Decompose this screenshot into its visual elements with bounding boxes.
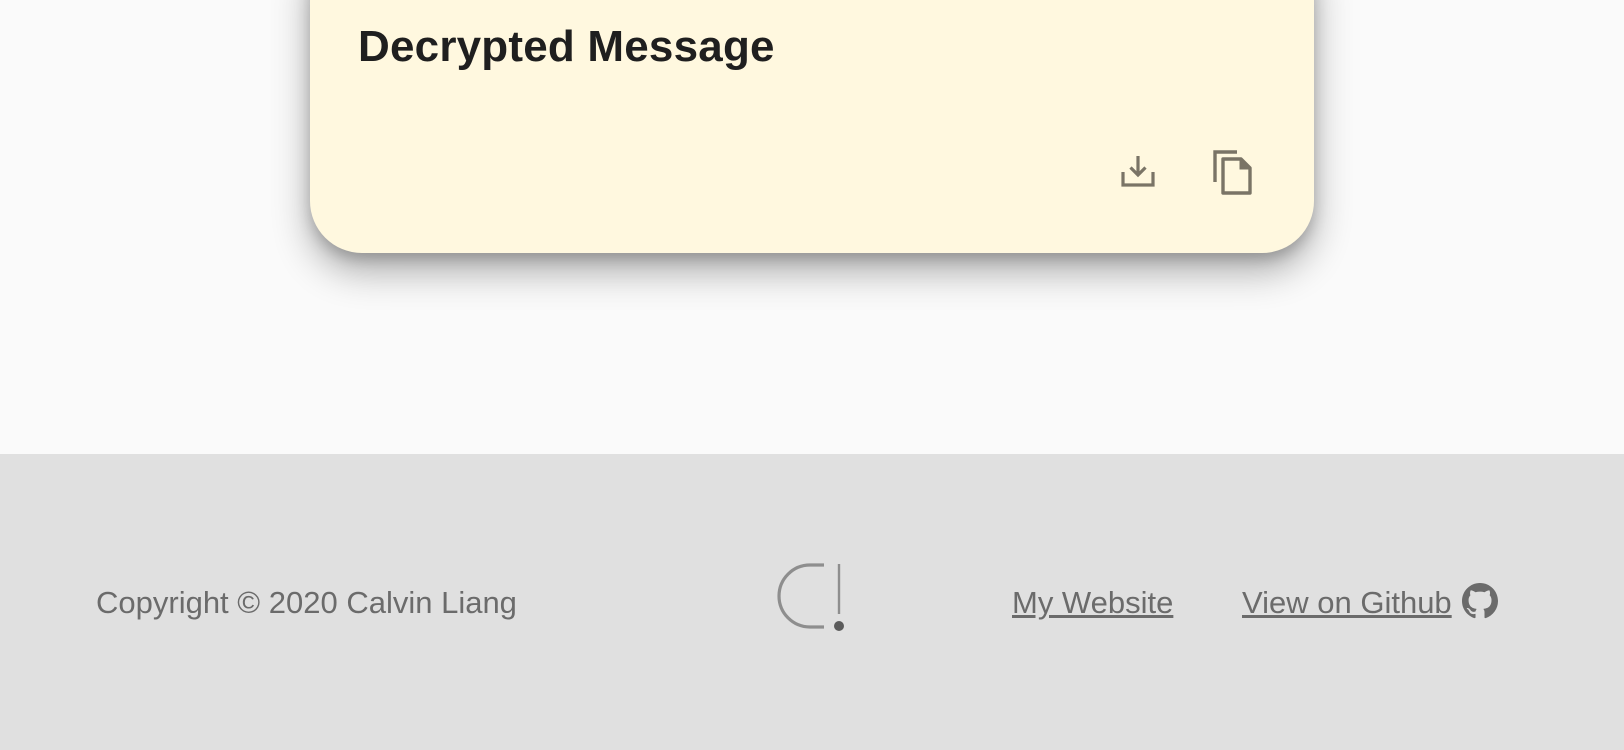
- main-area: Decrypted Message: [0, 0, 1624, 454]
- footer: Copyright © 2020 Calvin Liang My Website…: [0, 454, 1624, 750]
- logo-icon: [777, 563, 844, 631]
- view-on-github-link[interactable]: View on Github: [1242, 585, 1452, 621]
- copyright-text: Copyright © 2020 Calvin Liang: [96, 585, 517, 620]
- download-button[interactable]: [1114, 148, 1162, 196]
- copy-icon: [1213, 150, 1252, 195]
- logo: [776, 562, 848, 638]
- card-title: Decrypted Message: [358, 22, 775, 71]
- page: Decrypted Message Copyright © 2020 Calvi…: [0, 0, 1624, 750]
- decrypted-message-card: Decrypted Message: [310, 0, 1314, 253]
- my-website-link[interactable]: My Website: [1012, 585, 1173, 621]
- github-icon[interactable]: [1462, 583, 1498, 619]
- download-icon: [1121, 156, 1155, 187]
- copy-button[interactable]: [1209, 148, 1257, 196]
